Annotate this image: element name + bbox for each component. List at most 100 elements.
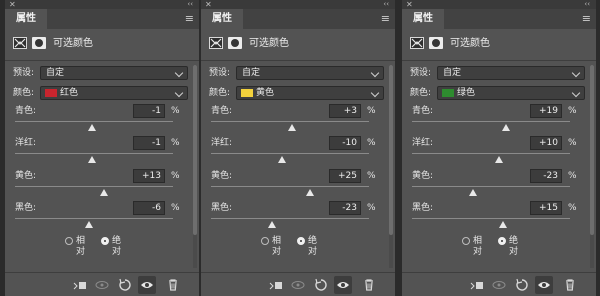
radio-absolute-label: 绝对 (112, 236, 122, 257)
slider-track[interactable] (412, 218, 570, 219)
slider-track[interactable] (211, 121, 369, 122)
scrollbar-thumb[interactable] (590, 65, 594, 235)
slider-track[interactable] (15, 186, 173, 187)
slider-value-input[interactable]: +25 (329, 169, 361, 183)
view-previous-state-icon[interactable] (93, 276, 111, 294)
slider-value-input[interactable]: -1 (133, 136, 165, 150)
color-dropdown[interactable]: 红色 (40, 86, 188, 100)
scrollbar[interactable] (590, 65, 594, 268)
slider-value-input[interactable]: -23 (530, 169, 562, 183)
radio-relative[interactable] (261, 237, 269, 245)
slider-thumb[interactable] (278, 156, 287, 163)
footer-divider (5, 272, 199, 273)
layer-mask-icon[interactable] (228, 37, 242, 49)
radio-relative[interactable] (462, 237, 470, 245)
panel-footer (5, 274, 199, 296)
collapse-double-chevron-icon[interactable]: ‹‹ (584, 0, 590, 9)
slider-track[interactable] (412, 121, 570, 122)
slider-value-input[interactable]: -6 (133, 201, 165, 215)
slider-value-input[interactable]: -1 (133, 104, 165, 118)
slider-value-input[interactable]: -23 (329, 201, 361, 215)
slider-thumb[interactable] (100, 189, 109, 196)
panel-tab-bar: 属性 ≡ (201, 9, 395, 29)
slider-value-input[interactable]: +19 (530, 104, 562, 118)
chevron-down-icon (174, 88, 184, 98)
slider-thumb[interactable] (288, 124, 297, 131)
slider-value-input[interactable]: +15 (530, 201, 562, 215)
slider-track[interactable] (15, 121, 173, 122)
collapse-double-chevron-icon[interactable]: ‹‹ (187, 0, 193, 9)
delete-trash-icon[interactable] (360, 276, 378, 294)
scrollbar-thumb[interactable] (389, 65, 393, 235)
selective-color-adjustment-icon (209, 37, 223, 49)
scrollbar[interactable] (389, 65, 393, 268)
radio-absolute[interactable] (101, 237, 109, 245)
tab-properties[interactable]: 属性 (402, 9, 444, 29)
percent-unit: % (568, 171, 577, 181)
preset-dropdown[interactable]: 自定 (236, 66, 384, 80)
view-previous-state-icon[interactable] (490, 276, 508, 294)
tab-properties[interactable]: 属性 (5, 9, 47, 29)
slider-thumb[interactable] (85, 221, 94, 228)
slider-label: 黑色: (211, 203, 233, 213)
slider-track[interactable] (412, 186, 570, 187)
close-icon[interactable]: ✕ (205, 0, 212, 9)
tab-properties[interactable]: 属性 (201, 9, 243, 29)
slider-thumb[interactable] (88, 124, 97, 131)
scrollbar-thumb[interactable] (193, 65, 197, 235)
slider-label: 青色: (211, 106, 233, 116)
slider-thumb[interactable] (494, 156, 503, 163)
preset-dropdown[interactable]: 自定 (437, 66, 585, 80)
delete-trash-icon[interactable] (164, 276, 182, 294)
adjustment-title: 可选颜色 (249, 38, 289, 49)
footer-divider (402, 272, 596, 273)
slider-thumb[interactable] (498, 221, 507, 228)
layer-mask-icon[interactable] (429, 37, 443, 49)
adjustment-header: 可选颜色 (207, 31, 389, 57)
radio-absolute[interactable] (297, 237, 305, 245)
slider-value-input[interactable]: +10 (530, 136, 562, 150)
reset-icon[interactable] (312, 276, 330, 294)
slider-thumb[interactable] (502, 124, 510, 131)
clip-to-layer-icon[interactable] (468, 276, 486, 294)
visibility-eye-icon[interactable] (535, 276, 553, 294)
slider-value-input[interactable]: -10 (329, 136, 361, 150)
collapse-double-chevron-icon[interactable]: ‹‹ (383, 0, 389, 9)
panel-footer (201, 274, 395, 296)
clip-to-layer-icon[interactable] (267, 276, 285, 294)
scrollbar[interactable] (193, 65, 197, 268)
slider-thumb[interactable] (88, 156, 97, 163)
slider-label: 洋红: (211, 138, 233, 148)
slider-track[interactable] (15, 218, 173, 219)
panel-menu-icon[interactable]: ≡ (582, 13, 591, 25)
slider-track[interactable] (211, 153, 369, 154)
clip-to-layer-icon[interactable] (71, 276, 89, 294)
percent-unit: % (568, 138, 577, 148)
slider-thumb[interactable] (305, 189, 314, 196)
close-icon[interactable]: ✕ (406, 0, 413, 9)
panel-menu-icon[interactable]: ≡ (185, 13, 194, 25)
slider-track[interactable] (211, 186, 369, 187)
slider-value-input[interactable]: +13 (133, 169, 165, 183)
radio-absolute[interactable] (498, 237, 506, 245)
close-icon[interactable]: ✕ (9, 0, 16, 9)
slider-value-input[interactable]: +3 (329, 104, 361, 118)
visibility-eye-icon[interactable] (138, 276, 156, 294)
color-dropdown[interactable]: 黄色 (236, 86, 384, 100)
reset-icon[interactable] (513, 276, 531, 294)
panel-menu-icon[interactable]: ≡ (381, 13, 390, 25)
preset-dropdown[interactable]: 自定 (40, 66, 188, 80)
radio-relative[interactable] (65, 237, 73, 245)
layer-mask-icon[interactable] (32, 37, 46, 49)
delete-trash-icon[interactable] (561, 276, 579, 294)
visibility-eye-icon[interactable] (334, 276, 352, 294)
view-previous-state-icon[interactable] (289, 276, 307, 294)
slider-track[interactable] (412, 153, 570, 154)
slider-thumb[interactable] (267, 221, 276, 228)
reset-icon[interactable] (116, 276, 134, 294)
slider-thumb[interactable] (468, 189, 477, 196)
slider-track[interactable] (211, 218, 369, 219)
slider-track[interactable] (15, 153, 173, 154)
color-label: 颜色: (13, 88, 35, 98)
color-dropdown[interactable]: 绿色 (437, 86, 585, 100)
